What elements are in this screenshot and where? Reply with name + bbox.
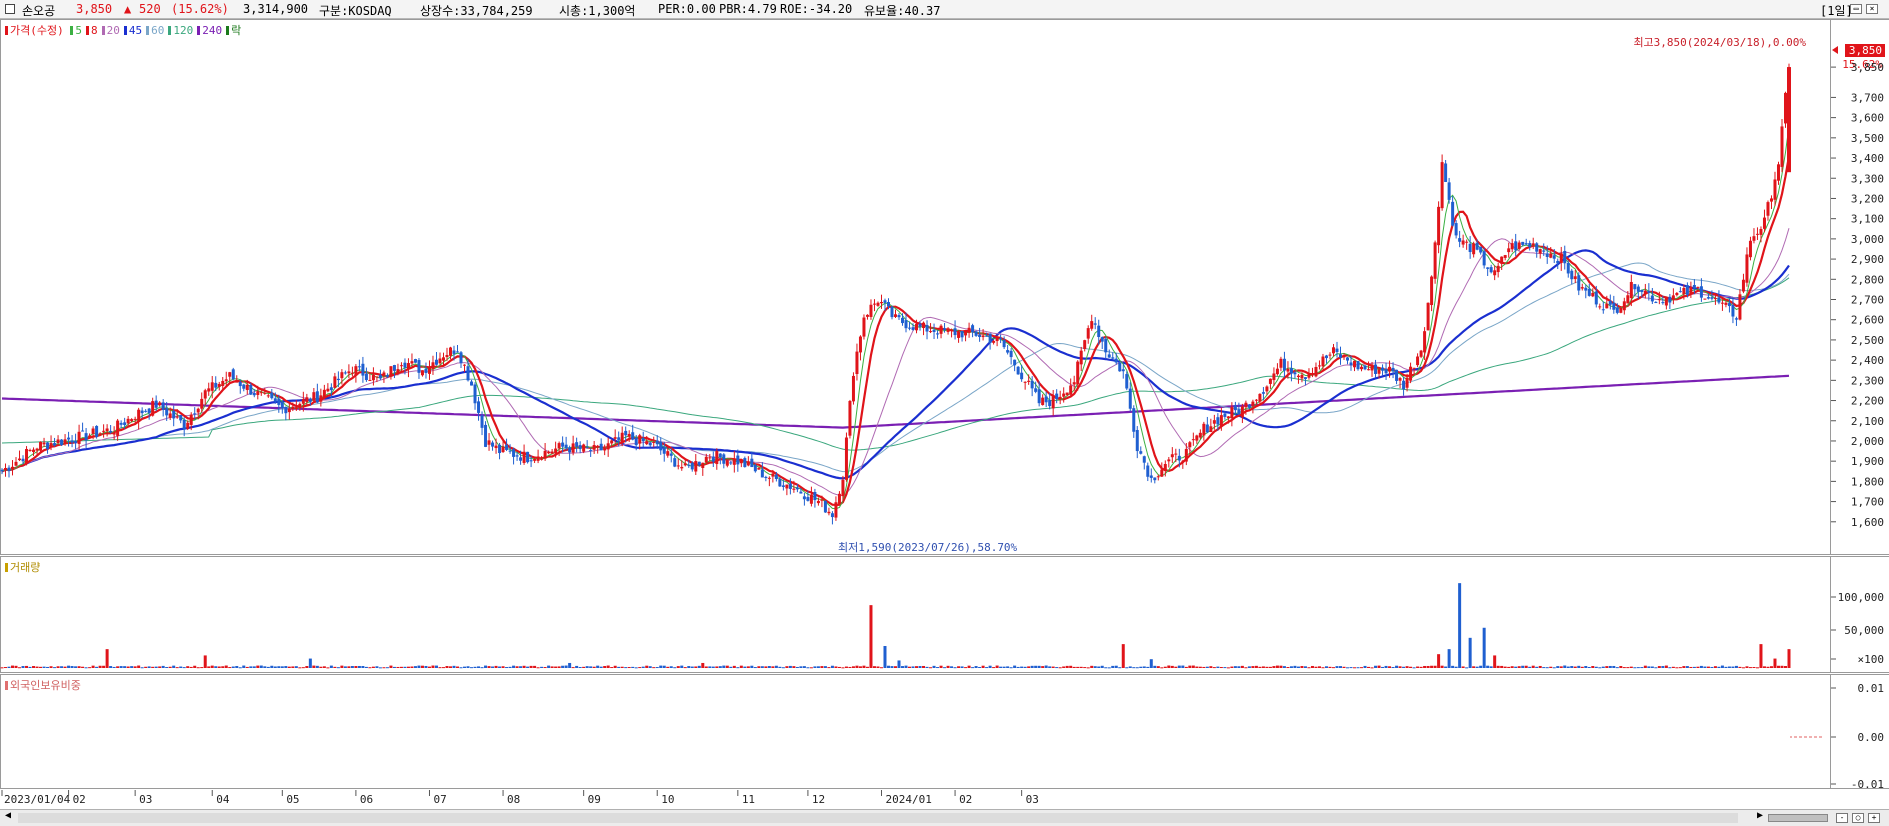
- legend-ma-45[interactable]: 45: [129, 24, 142, 37]
- date-axis-label: 2023/01/04: [4, 793, 71, 806]
- legend-price-label: 가격(수정): [10, 24, 64, 37]
- roe-value: ROE:-34.20: [780, 2, 853, 16]
- zoom-in-icon[interactable]: +: [1868, 813, 1880, 823]
- date-axis-label: 05: [286, 793, 299, 806]
- legend-ma-240[interactable]: 240: [202, 24, 222, 37]
- scroll-bar-area[interactable]: ◀ ▶ - ○ +: [0, 809, 1889, 826]
- foreign-legend-marker: [5, 681, 8, 690]
- zoom-out-icon[interactable]: -: [1836, 813, 1848, 823]
- legend-ma-8[interactable]: 8: [91, 24, 98, 37]
- date-axis-label: 03: [1026, 793, 1039, 806]
- scroll-right-icon[interactable]: ▶: [1755, 811, 1765, 822]
- legend-ma-락[interactable]: 락: [231, 24, 241, 37]
- trade-volume: 3,314,900: [243, 2, 309, 16]
- checkbox-icon[interactable]: [5, 4, 15, 14]
- volume-legend-marker: [5, 563, 8, 572]
- date-axis-label: 04: [216, 793, 230, 806]
- ma-legend-list: 5 8 20 45 60 120 240 락: [70, 24, 245, 37]
- per-value: PER:0.00: [658, 2, 716, 16]
- legend-ma-marker: [168, 26, 172, 35]
- market-type: 구분:KOSDAQ: [319, 4, 392, 18]
- date-axis-label: 09: [588, 793, 601, 806]
- date-axis-label: 10: [661, 793, 674, 806]
- scroll-left-icon[interactable]: ◀: [3, 811, 13, 822]
- legend-ma-120[interactable]: 120: [173, 24, 193, 37]
- date-axis-label: 02: [959, 793, 972, 806]
- volume-panel-title: 거래량: [10, 561, 41, 574]
- legend-ma-marker: [85, 26, 89, 35]
- foreign-chart-panel[interactable]: 외국인보유비중: [0, 674, 1831, 789]
- legend-ma-marker: [101, 26, 105, 35]
- legend-ma-marker: [123, 26, 127, 35]
- price-chart-panel[interactable]: 가격(수정) 5 8 20 45 60 120 240 락: [0, 19, 1831, 555]
- volume-axis-panel: [1831, 556, 1889, 673]
- foreign-panel-title: 외국인보유비중: [10, 679, 81, 692]
- date-axis-label: 08: [507, 793, 520, 806]
- listed-shares: 상장수:33,784,259: [420, 4, 533, 18]
- foreign-axis-panel: [1831, 674, 1889, 789]
- close-icon[interactable]: ×: [1866, 4, 1878, 14]
- volume-legend: 거래량: [5, 559, 40, 575]
- legend-ma-marker: [226, 26, 230, 35]
- retention-rate: 유보율:40.37: [864, 4, 941, 18]
- date-axis-label: 03: [139, 793, 152, 806]
- foreign-legend: 외국인보유비중: [5, 677, 81, 693]
- price-change: 520: [139, 2, 161, 16]
- date-axis-label: 12: [812, 793, 825, 806]
- market-cap: 시총:1,300억: [559, 4, 636, 18]
- price-axis-panel: [1831, 19, 1889, 555]
- date-axis-label: 11: [742, 793, 755, 806]
- date-axis-label: 2024/01: [885, 793, 931, 806]
- date-axis-label: 07: [433, 793, 446, 806]
- legend-ma-marker: [70, 26, 74, 35]
- legend-price-marker: [5, 26, 8, 35]
- period-selector[interactable]: [1일]: [1820, 2, 1853, 19]
- change-arrow-icon: ▲: [124, 2, 132, 16]
- date-axis-label: 06: [360, 793, 373, 806]
- zoom-slider[interactable]: [1768, 814, 1828, 822]
- price-change-pct: (15.62%): [171, 2, 229, 16]
- zoom-reset-icon[interactable]: ○: [1852, 813, 1864, 823]
- date-axis-label: 02: [73, 793, 86, 806]
- legend-ma-marker: [197, 26, 201, 35]
- volume-chart-panel[interactable]: 거래량: [0, 556, 1831, 673]
- legend-ma-20[interactable]: 20: [107, 24, 120, 37]
- current-price: 3,850: [76, 2, 113, 16]
- legend-ma-60[interactable]: 60: [151, 24, 164, 37]
- restore-icon[interactable]: ▭: [1850, 4, 1862, 14]
- stock-info-bar: 손오공 3,850 ▲ 520 (15.62%) 3,314,900 구분:KO…: [0, 0, 1889, 19]
- scroll-track[interactable]: [18, 813, 1738, 823]
- legend-ma-5[interactable]: 5: [75, 24, 82, 37]
- pbr-value: PBR:4.79: [719, 2, 777, 16]
- price-legend: 가격(수정) 5 8 20 45 60 120 240 락: [5, 22, 245, 38]
- legend-ma-marker: [146, 26, 150, 35]
- stock-name[interactable]: 손오공: [22, 2, 55, 19]
